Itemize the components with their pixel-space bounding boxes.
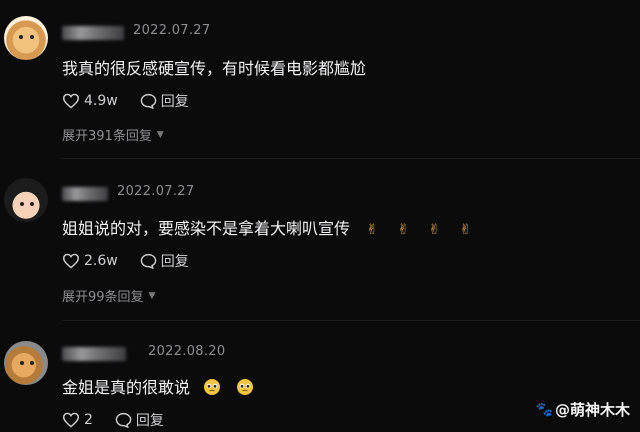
avatar-eye: [20, 361, 24, 365]
reply-button[interactable]: 回复: [140, 91, 189, 111]
comment-actions: 4.9w 回复: [62, 91, 211, 111]
avatar-eye: [30, 361, 34, 365]
pleading-face-emoji-icon: [237, 379, 254, 395]
expand-replies[interactable]: 展开99条回复 ▼: [62, 286, 155, 305]
avatar-eye: [19, 35, 23, 39]
avatar-eye: [30, 35, 34, 39]
reply-label: 回复: [135, 413, 164, 429]
avatar-eye: [30, 202, 34, 206]
caret-down-icon: ▼: [148, 290, 156, 301]
comment-text-body: 姐姐说的对，要感染不是拿着大喇叭宣传: [62, 219, 351, 238]
expand-replies[interactable]: 展开391条回复 ▼: [62, 125, 164, 144]
like-button[interactable]: 2: [62, 412, 93, 428]
avatar[interactable]: [4, 341, 48, 385]
username-blurred[interactable]: [62, 187, 108, 201]
paw-icon: 🐾: [535, 401, 553, 418]
watermark: 🐾 @萌神木木: [536, 399, 630, 420]
like-button[interactable]: 4.9w: [62, 93, 118, 109]
expand-replies-label: 展开391条回复: [62, 129, 152, 144]
like-button[interactable]: 2.6w: [62, 253, 118, 269]
like-count: 2: [84, 412, 93, 428]
heart-icon: [62, 93, 80, 109]
comment-text-body: 金姐是真的很敢说: [62, 378, 191, 397]
comment-text: 我真的很反感硬宣传，有时候看电影都尴尬: [62, 59, 367, 78]
finger-heart-emoji-icon: ✌: [366, 222, 378, 238]
like-count: 2.6w: [84, 253, 118, 269]
avatar-eye: [20, 202, 24, 206]
finger-heart-emoji-icon: ✌: [428, 222, 441, 238]
heart-icon: [62, 412, 80, 428]
watermark-text: @萌神木木: [554, 401, 630, 419]
chat-bubble-icon: [115, 412, 132, 428]
like-count: 4.9w: [84, 93, 118, 109]
chat-bubble-icon: [140, 253, 157, 269]
chat-bubble-icon: [140, 93, 157, 109]
comment-list: 2022.07.27 我真的很反感硬宣传，有时候看电影都尴尬 4.9w 回复 展…: [0, 0, 640, 432]
avatar[interactable]: [4, 16, 48, 60]
comment-actions: 2.6w 回复: [62, 251, 211, 271]
expand-replies-label: 展开99条回复: [62, 290, 144, 305]
pleading-face-emoji-icon: [204, 379, 221, 395]
comment-text: 金姐是真的很敢说: [62, 374, 256, 398]
finger-heart-emoji-icon: ✌: [459, 222, 472, 238]
username-blurred[interactable]: [62, 347, 126, 361]
reply-button[interactable]: 回复: [140, 251, 189, 271]
username-blurred[interactable]: [62, 26, 124, 40]
comment-actions: 2 回复: [62, 410, 186, 430]
comment-text: 姐姐说的对，要感染不是拿着大喇叭宣传 ✌ ✌ ✌ ✌: [62, 215, 474, 239]
comment-date: 2022.07.27: [117, 184, 195, 199]
reply-label: 回复: [160, 94, 189, 110]
comment-date: 2022.07.27: [133, 23, 211, 38]
divider: [62, 158, 640, 159]
comment-date: 2022.08.20: [148, 344, 226, 359]
reply-button[interactable]: 回复: [115, 410, 164, 430]
divider: [62, 320, 640, 321]
reply-label: 回复: [160, 254, 189, 270]
caret-down-icon: ▼: [156, 129, 164, 140]
avatar[interactable]: [4, 178, 48, 222]
heart-icon: [62, 253, 80, 269]
finger-heart-emoji-icon: ✌: [397, 222, 410, 238]
